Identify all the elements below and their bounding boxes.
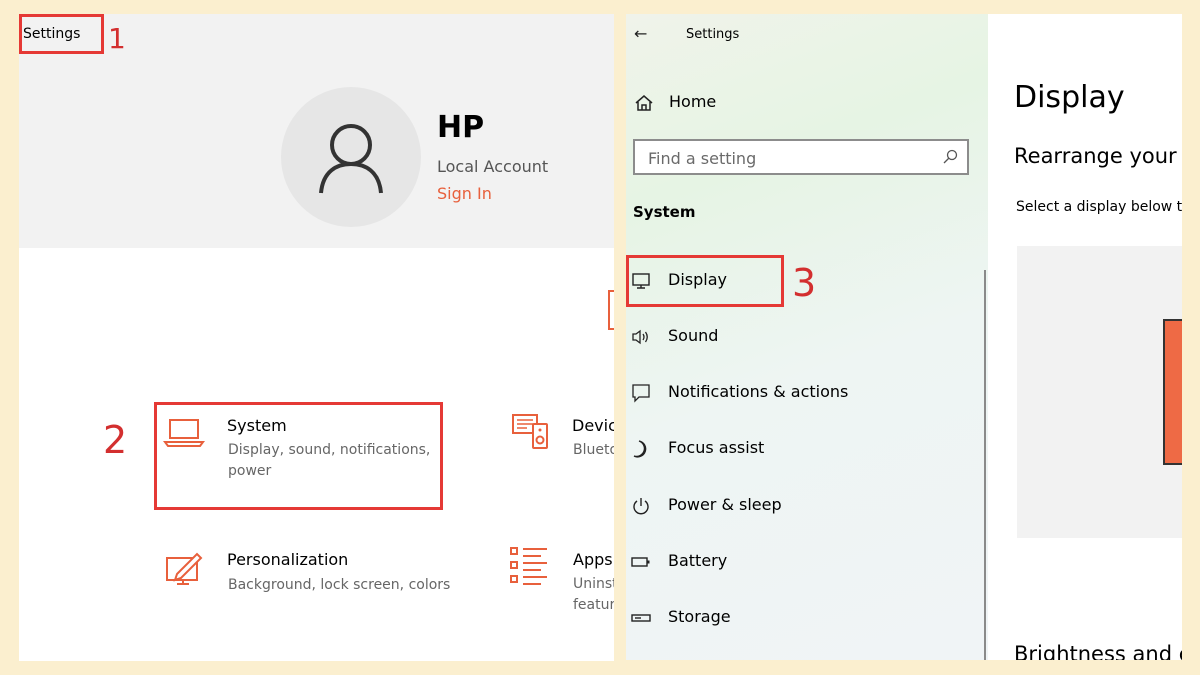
brightness-heading: Brightness and c [1014,642,1182,660]
power-icon [633,498,649,515]
nav-item-focus-assist[interactable]: Focus assist [626,428,982,468]
devices-icon [512,414,548,449]
account-type: Local Account [437,157,549,176]
nav-item-label: Power & sleep [668,495,782,514]
nav-item-sound[interactable]: Sound [626,316,982,356]
devices-tile-title: Devic [572,416,614,435]
apps-tile-desc: Uninst featur [573,576,614,613]
search-input[interactable]: Find a setting [633,139,969,175]
page-title: Display [1014,80,1125,115]
annotation-box-settings [19,14,104,54]
nav-item-label: Notifications & actions [668,382,849,401]
nav-scrollbar[interactable] [984,270,986,660]
step-number-3: 3 [792,261,817,305]
nav-item-label: Battery [668,551,728,570]
search-placeholder: Find a setting [648,149,757,168]
annotation-box-system [154,402,443,510]
notification-icon [632,384,650,403]
apps-tile-title: Apps [573,550,613,569]
home-icon [635,95,653,111]
nav-item-label: Sound [668,326,719,345]
settings-home-window: Settings HP Local Account Sign In System… [19,14,614,661]
display-monitor-tile[interactable] [1163,319,1182,465]
personalization-tile-title: Personalization [227,550,349,569]
search-icon [943,149,958,164]
step-number-2: 2 [103,418,128,462]
user-icon [319,124,383,194]
avatar[interactable] [281,87,421,227]
moon-icon [633,440,647,458]
display-settings-window: ← Settings Home Find a setting System Di… [626,14,1182,660]
apps-icon [510,547,547,585]
devices-tile[interactable]: Devic Blueto [509,412,614,492]
battery-icon [631,557,650,567]
nav-section-header: System [633,203,696,221]
section-description: Select a display below t [1016,199,1182,215]
nav-item-notifications[interactable]: Notifications & actions [626,372,982,412]
sign-in-link[interactable]: Sign In [437,184,492,203]
navigation-pane: ← Settings Home Find a setting System Di… [626,14,988,660]
apps-tile[interactable]: Apps Uninst featur [509,546,614,626]
section-heading: Rearrange your d [1014,144,1182,168]
partial-button-edge [608,290,614,330]
storage-icon [631,614,651,622]
back-button[interactable]: ← [634,24,647,43]
personalization-icon [166,552,203,585]
nav-item-battery[interactable]: Battery [626,541,982,581]
nav-item-label: Focus assist [668,438,765,457]
account-name: HP [437,110,485,145]
nav-window-title: Settings [686,27,740,42]
annotation-box-display [626,255,784,307]
personalization-tile-desc: Background, lock screen, colors [228,577,451,593]
personalization-tile[interactable]: Personalization Background, lock screen,… [161,548,461,608]
nav-home-link[interactable]: Home [669,92,716,111]
devices-tile-desc: Blueto [573,442,614,458]
speaker-icon [632,329,648,345]
nav-item-label: Storage [668,607,731,626]
display-arrangement-area [1017,246,1182,538]
nav-item-power-sleep[interactable]: Power & sleep [626,485,982,525]
step-number-1: 1 [108,22,126,55]
nav-item-storage[interactable]: Storage [626,597,982,637]
